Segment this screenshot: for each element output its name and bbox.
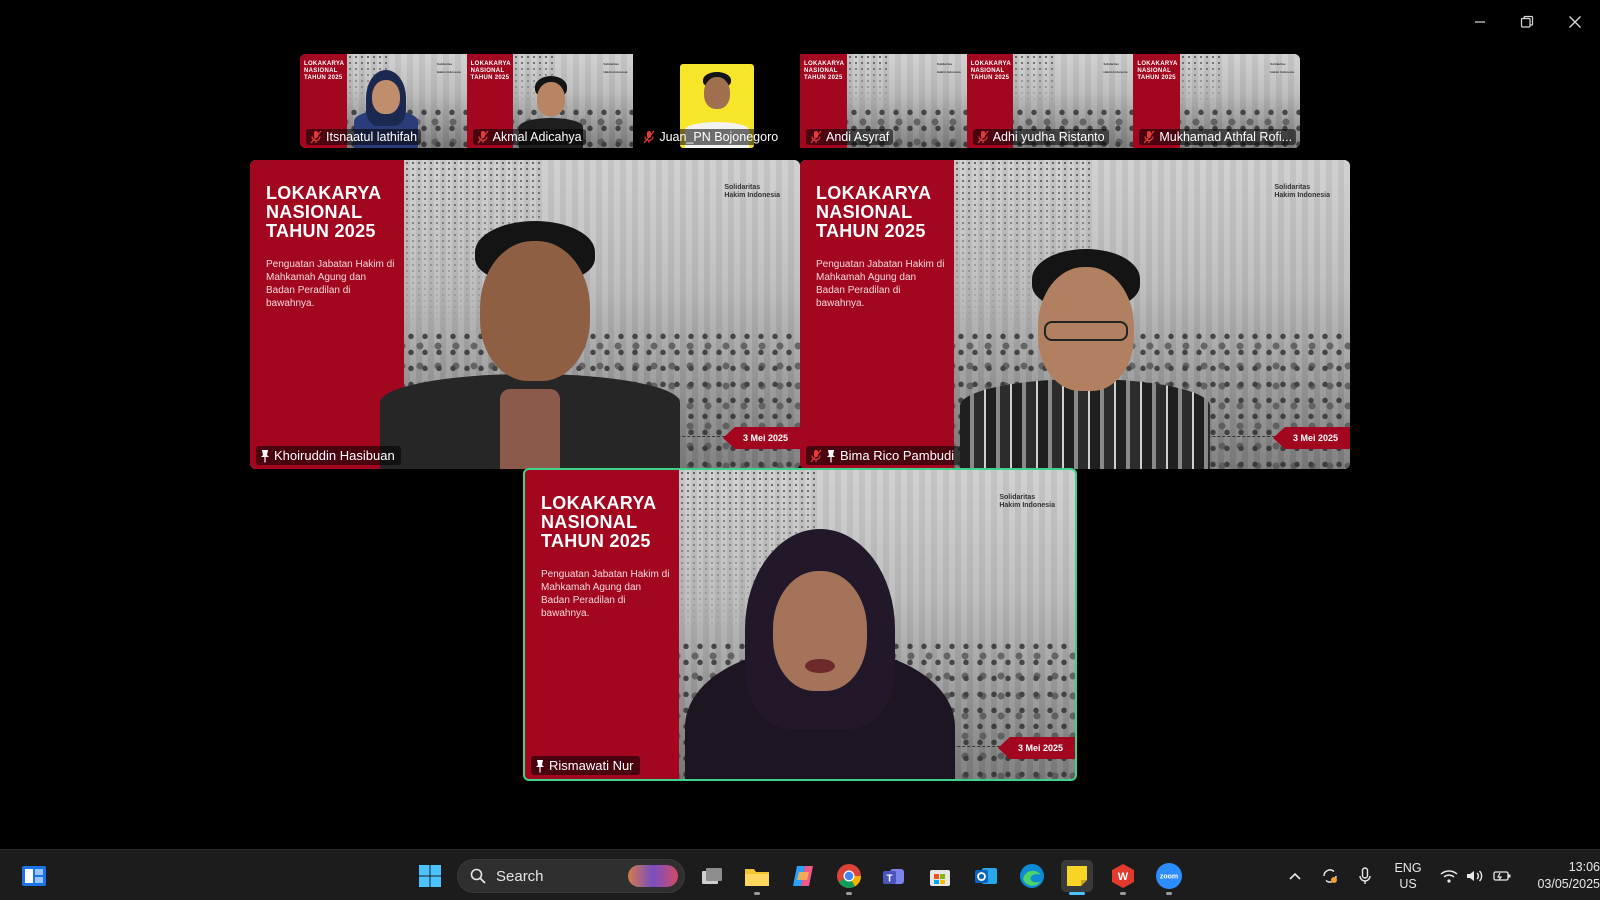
file-explorer-icon[interactable] (741, 860, 773, 892)
slide-title: LOKAKARYA NASIONAL TAHUN 2025 (304, 61, 345, 81)
slide-title: LOKAKARYA NASIONAL TAHUN 2025 (470, 61, 511, 81)
slide-brand: Solidaritas Hakim Indonesia (999, 494, 1055, 509)
slide-brand: Solidaritas Hakim Indonesia (1103, 62, 1128, 74)
system-clock[interactable]: 13:06 03/05/2025 (1518, 859, 1600, 893)
sync-icon[interactable] (1310, 867, 1350, 885)
system-tray: ENG US 13:06 03/05/2025 (1280, 850, 1600, 900)
participant-nameplate: Akmal Adicahya (472, 129, 586, 145)
participant-nameplate: Andi Asyraf (806, 129, 894, 145)
participant-nameplate: Juan_PN Bojonegoro (639, 129, 783, 145)
pin-icon (261, 449, 269, 462)
participant-nameplate: Adhi yudha Ristanto (972, 129, 1109, 145)
video-tile-khoiruddin[interactable]: LOKAKARYA NASIONAL TAHUN 2025 Penguatan Ja… (250, 160, 800, 469)
mic-muted-icon (977, 130, 989, 144)
volume-icon[interactable] (1462, 869, 1488, 883)
pin-icon (827, 449, 835, 462)
participant-nameplate: Mukhamad Athfal Rofi... (1139, 129, 1297, 145)
mic-muted-icon (810, 449, 822, 462)
teams-icon[interactable]: T (878, 860, 910, 892)
zoom-meeting-window: LOKAKARYA NASIONAL TAHUN 2025 Solidaritas H… (0, 0, 1600, 900)
slide-subtitle: Penguatan Jabatan Hakim di Mahkamah Agun… (541, 569, 670, 619)
participant-tile[interactable]: LOKAKARYA NASIONAL TAHUN 2025 Solidaritas H… (800, 54, 967, 148)
participant-strip: LOKAKARYA NASIONAL TAHUN 2025 Solidaritas H… (300, 54, 1300, 148)
mic-muted-icon (310, 130, 322, 144)
search-icon (470, 868, 486, 884)
slide-date: 3 Mei 2025 (722, 427, 800, 449)
slide-title: LOKAKARYA NASIONAL TAHUN 2025 (970, 61, 1011, 81)
svg-text:zoom: zoom (1160, 874, 1178, 881)
slide-title: LOKAKARYA NASIONAL TAHUN 2025 (541, 493, 657, 551)
wps-office-icon[interactable]: W (1107, 860, 1139, 892)
participant-nameplate: Itsnaatul lathifah (306, 129, 422, 145)
participant-video (685, 529, 955, 779)
widgets-icon[interactable] (18, 860, 50, 892)
mic-muted-icon (810, 130, 822, 144)
mic-muted-icon (1143, 130, 1155, 144)
microphone-icon[interactable] (1350, 866, 1380, 885)
slide-brand: Solidaritas Hakim Indonesia (1274, 184, 1330, 199)
copilot-icon[interactable] (787, 860, 819, 892)
slide-date: 3 Mei 2025 (1272, 427, 1350, 449)
participant-nameplate: Bima Rico Pambudi (806, 446, 961, 465)
minimize-icon[interactable] (1465, 10, 1495, 34)
participant-nameplate: Rismawati Nur (531, 756, 640, 775)
input-language[interactable]: ENG US (1380, 860, 1436, 892)
wifi-icon[interactable] (1436, 869, 1462, 883)
pin-icon (536, 759, 544, 772)
microsoft-store-icon[interactable] (924, 860, 956, 892)
svg-text:W: W (1118, 871, 1129, 883)
battery-icon[interactable] (1488, 869, 1518, 883)
slide-title: LOKAKARYA NASIONAL TAHUN 2025 (816, 183, 932, 241)
slide-subtitle: Penguatan Jabatan Hakim di Mahkamah Agun… (266, 259, 395, 309)
slide-brand: Solidaritas Hakim Indonesia (936, 62, 961, 74)
slide-title: LOKAKARYA NASIONAL TAHUN 2025 (266, 183, 382, 241)
restore-icon[interactable] (1512, 10, 1542, 34)
participant-tile[interactable]: Juan_PN Bojonegoro (633, 54, 801, 148)
video-tile-rismawati-active-speaker[interactable]: LOKAKARYA NASIONAL TAHUN 2025 Penguatan Ja… (523, 468, 1077, 781)
participant-tile[interactable]: LOKAKARYA NASIONAL TAHUN 2025 Solidaritas H… (1133, 54, 1300, 148)
slide-date: 3 Mei 2025 (997, 737, 1075, 759)
participant-video (380, 219, 680, 469)
task-view-icon[interactable] (696, 860, 728, 892)
windows-taskbar: Search T W zoom ENG US 13:06 03/05/2025 (0, 849, 1600, 900)
slide-brand: Solidaritas Hakim Indonesia (724, 184, 780, 199)
participant-video (960, 239, 1210, 469)
slide-brand: Solidaritas Hakim Indonesia (436, 62, 461, 74)
slide-brand: Solidaritas Hakim Indonesia (603, 62, 628, 74)
slide-title: LOKAKARYA NASIONAL TAHUN 2025 (804, 61, 845, 81)
zoom-icon[interactable]: zoom (1153, 860, 1185, 892)
mic-muted-icon (477, 130, 489, 144)
participant-tile[interactable]: LOKAKARYA NASIONAL TAHUN 2025 Solidaritas H… (466, 54, 634, 148)
participant-nameplate: Khoiruddin Hasibuan (256, 446, 401, 465)
slide-brand: Solidaritas Hakim Indonesia (1270, 62, 1295, 74)
outlook-icon[interactable] (970, 860, 1002, 892)
windows-start-icon[interactable] (414, 860, 446, 892)
video-tile-bima[interactable]: LOKAKARYA NASIONAL TAHUN 2025 Penguatan Ja… (800, 160, 1350, 469)
sticky-notes-icon[interactable] (1061, 860, 1093, 892)
taskbar-search[interactable]: Search (457, 859, 685, 893)
edge-icon[interactable] (1016, 860, 1048, 892)
close-icon[interactable] (1560, 10, 1590, 34)
chevron-up-icon[interactable] (1280, 871, 1310, 881)
svg-text:T: T (886, 874, 892, 885)
participant-tile[interactable]: LOKAKARYA NASIONAL TAHUN 2025 Solidaritas H… (966, 54, 1134, 148)
search-label: Search (496, 867, 544, 885)
mic-muted-icon (643, 130, 655, 144)
slide-subtitle: Penguatan Jabatan Hakim di Mahkamah Agun… (816, 259, 945, 309)
slide-title: LOKAKARYA NASIONAL TAHUN 2025 (1137, 61, 1178, 81)
chrome-icon[interactable] (833, 860, 865, 892)
participant-tile[interactable]: LOKAKARYA NASIONAL TAHUN 2025 Solidaritas H… (300, 54, 467, 148)
search-highlight-icon (628, 865, 678, 887)
